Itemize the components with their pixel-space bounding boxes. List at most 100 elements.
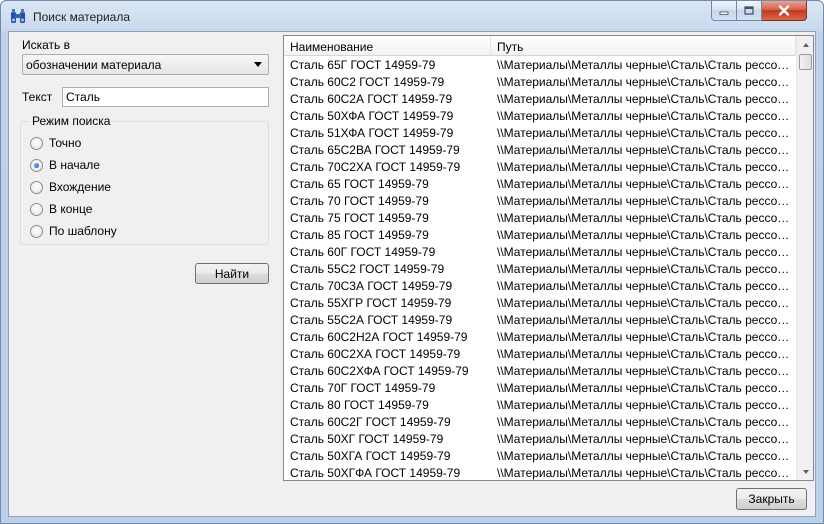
radio-button[interactable] bbox=[30, 180, 43, 194]
cell-path: \\Материалы\Металлы черные\Сталь\Сталь р… bbox=[497, 466, 792, 480]
radio-pattern[interactable]: По шаблону bbox=[30, 223, 117, 239]
radio-button[interactable] bbox=[30, 202, 43, 216]
cell-name: Сталь 65С2ВА ГОСТ 14959-79 bbox=[290, 143, 460, 157]
table-row[interactable]: Сталь 60С2 ГОСТ 14959-79 \\Материалы\Мета… bbox=[284, 74, 796, 91]
cell-name: Сталь 55ХГР ГОСТ 14959-79 bbox=[290, 296, 452, 310]
radio-label: По шаблону bbox=[49, 224, 117, 238]
minimize-button[interactable] bbox=[711, 1, 737, 21]
cell-name: Сталь 75 ГОСТ 14959-79 bbox=[290, 211, 429, 225]
cell-path: \\Материалы\Металлы черные\Сталь\Сталь р… bbox=[497, 279, 792, 293]
radio-button[interactable] bbox=[30, 136, 43, 150]
radio-label: В начале bbox=[49, 158, 100, 172]
maximize-button[interactable] bbox=[737, 1, 762, 21]
cell-name: Сталь 65Г ГОСТ 14959-79 bbox=[290, 58, 436, 72]
table-row[interactable]: Сталь 50ХГА ГОСТ 14959-79 \\Материалы\Мет… bbox=[284, 448, 796, 465]
cell-name: Сталь 70С2ХА ГОСТ 14959-79 bbox=[290, 160, 461, 174]
results-body: Сталь 65Г ГОСТ 14959-79 \\Материалы\Метал… bbox=[284, 57, 796, 480]
cell-path: \\Материалы\Металлы черные\Сталь\Сталь р… bbox=[497, 330, 792, 344]
table-row[interactable]: Сталь 60Г ГОСТ 14959-79 \\Материалы\Метал… bbox=[284, 244, 796, 261]
table-row[interactable]: Сталь 50ХГФА ГОСТ 14959-79 \\Материалы\Ме… bbox=[284, 465, 796, 480]
table-row[interactable]: Сталь 60С2ХА ГОСТ 14959-79 \\Материалы\Ме… bbox=[284, 346, 796, 363]
table-row[interactable]: Сталь 50ХФА ГОСТ 14959-79 \\Материалы\Мет… bbox=[284, 108, 796, 125]
cell-path: \\Материалы\Металлы черные\Сталь\Сталь р… bbox=[497, 347, 792, 361]
table-row[interactable]: Сталь 70С2ХА ГОСТ 14959-79 \\Материалы\Ме… bbox=[284, 159, 796, 176]
cell-path: \\Материалы\Металлы черные\Сталь\Сталь р… bbox=[497, 177, 792, 191]
cell-path: \\Материалы\Металлы черные\Сталь\Сталь р… bbox=[497, 228, 792, 242]
cell-name: Сталь 80 ГОСТ 14959-79 bbox=[290, 398, 429, 412]
search-mode-label: Режим поиска bbox=[29, 114, 114, 128]
table-row[interactable]: Сталь 65С2ВА ГОСТ 14959-79 \\Материалы\Ме… bbox=[284, 142, 796, 159]
cell-name: Сталь 60С2Г ГОСТ 14959-79 bbox=[290, 415, 451, 429]
cell-path: \\Материалы\Металлы черные\Сталь\Сталь р… bbox=[497, 143, 792, 157]
column-header-path[interactable]: Путь bbox=[491, 36, 796, 56]
results-list[interactable]: Наименование Путь Сталь 65Г ГОСТ 14959-7… bbox=[283, 35, 814, 481]
cell-name: Сталь 60С2Н2А ГОСТ 14959-79 bbox=[290, 330, 468, 344]
cell-name: Сталь 50ХФА ГОСТ 14959-79 bbox=[290, 109, 454, 123]
radio-exact[interactable]: Точно bbox=[30, 135, 81, 151]
cell-name: Сталь 50ХГФА ГОСТ 14959-79 bbox=[290, 466, 461, 480]
table-row[interactable]: Сталь 60С2А ГОСТ 14959-79 \\Материалы\Мет… bbox=[284, 91, 796, 108]
table-row[interactable]: Сталь 75 ГОСТ 14959-79 \\Материалы\Металл… bbox=[284, 210, 796, 227]
cell-path: \\Материалы\Металлы черные\Сталь\Сталь р… bbox=[497, 415, 792, 429]
cell-name: Сталь 60Г ГОСТ 14959-79 bbox=[290, 245, 436, 259]
table-row[interactable]: Сталь 70 ГОСТ 14959-79 \\Материалы\Металл… bbox=[284, 193, 796, 210]
radio-ends-with[interactable]: В конце bbox=[30, 201, 92, 217]
close-window-button[interactable] bbox=[762, 1, 807, 21]
table-row[interactable]: Сталь 51ХФА ГОСТ 14959-79 \\Материалы\Мет… bbox=[284, 125, 796, 142]
results-header: Наименование Путь bbox=[284, 36, 796, 56]
text-label: Текст bbox=[22, 90, 53, 104]
table-row[interactable]: Сталь 55ХГР ГОСТ 14959-79 \\Материалы\Мет… bbox=[284, 295, 796, 312]
radio-button[interactable] bbox=[30, 224, 43, 238]
table-row[interactable]: Сталь 50ХГ ГОСТ 14959-79 \\Материалы\Мета… bbox=[284, 431, 796, 448]
search-in-combobox[interactable]: обозначении материала bbox=[22, 54, 269, 75]
table-row[interactable]: Сталь 55С2 ГОСТ 14959-79 \\Материалы\Мета… bbox=[284, 261, 796, 278]
radio-label: Точно bbox=[49, 136, 82, 150]
vertical-scrollbar[interactable] bbox=[796, 36, 813, 480]
cell-name: Сталь 50ХГА ГОСТ 14959-79 bbox=[290, 449, 451, 463]
cell-path: \\Материалы\Металлы черные\Сталь\Сталь р… bbox=[497, 296, 792, 310]
radio-label: Вхождение bbox=[49, 180, 111, 194]
scroll-thumb[interactable] bbox=[799, 54, 812, 70]
cell-path: \\Материалы\Металлы черные\Сталь\Сталь р… bbox=[497, 109, 792, 123]
radio-label: В конце bbox=[49, 202, 93, 216]
find-button[interactable]: Найти bbox=[195, 263, 269, 284]
cell-path: \\Материалы\Металлы черные\Сталь\Сталь р… bbox=[497, 245, 792, 259]
table-row[interactable]: Сталь 65 ГОСТ 14959-79 \\Материалы\Металл… bbox=[284, 176, 796, 193]
arrow-down-icon bbox=[802, 469, 809, 474]
close-button[interactable]: Закрыть bbox=[736, 488, 807, 510]
table-row[interactable]: Сталь 60С2ХФА ГОСТ 14959-79 \\Материалы\М… bbox=[284, 363, 796, 380]
radio-starts-with[interactable]: В начале bbox=[30, 157, 100, 173]
cell-path: \\Материалы\Металлы черные\Сталь\Сталь р… bbox=[497, 58, 792, 72]
search-mode-group: Режим поиска Точно В начале Вхождение В … bbox=[20, 114, 269, 245]
table-row[interactable]: Сталь 55С2А ГОСТ 14959-79 \\Материалы\Мет… bbox=[284, 312, 796, 329]
window-controls bbox=[711, 1, 807, 21]
cell-name: Сталь 51ХФА ГОСТ 14959-79 bbox=[290, 126, 454, 140]
table-row[interactable]: Сталь 65Г ГОСТ 14959-79 \\Материалы\Метал… bbox=[284, 57, 796, 74]
table-row[interactable]: Сталь 80 ГОСТ 14959-79 \\Материалы\Металл… bbox=[284, 397, 796, 414]
cell-path: \\Материалы\Металлы черные\Сталь\Сталь р… bbox=[497, 364, 792, 378]
cell-name: Сталь 65 ГОСТ 14959-79 bbox=[290, 177, 429, 191]
table-row[interactable]: Сталь 70Г ГОСТ 14959-79 \\Материалы\Метал… bbox=[284, 380, 796, 397]
cell-name: Сталь 60С2А ГОСТ 14959-79 bbox=[290, 92, 453, 106]
arrow-up-icon bbox=[802, 42, 809, 47]
cell-name: Сталь 55С2А ГОСТ 14959-79 bbox=[290, 313, 453, 327]
table-row[interactable]: Сталь 60С2Н2А ГОСТ 14959-79 \\Материалы\М… bbox=[284, 329, 796, 346]
chevron-down-icon bbox=[254, 62, 262, 67]
cell-name: Сталь 55С2 ГОСТ 14959-79 bbox=[290, 262, 445, 276]
cell-name: Сталь 70Г ГОСТ 14959-79 bbox=[290, 381, 436, 395]
scroll-down-button[interactable] bbox=[797, 463, 813, 480]
title-bar[interactable]: Поиск материала bbox=[1, 1, 823, 31]
scroll-up-button[interactable] bbox=[797, 36, 813, 53]
table-row[interactable]: Сталь 70С3А ГОСТ 14959-79 \\Материалы\Мет… bbox=[284, 278, 796, 295]
cell-path: \\Материалы\Металлы черные\Сталь\Сталь р… bbox=[497, 126, 792, 140]
table-row[interactable]: Сталь 85 ГОСТ 14959-79 \\Материалы\Металл… bbox=[284, 227, 796, 244]
cell-path: \\Материалы\Металлы черные\Сталь\Сталь р… bbox=[497, 75, 792, 89]
table-row[interactable]: Сталь 60С2Г ГОСТ 14959-79 \\Материалы\Мет… bbox=[284, 414, 796, 431]
cell-path: \\Материалы\Металлы черные\Сталь\Сталь р… bbox=[497, 381, 792, 395]
search-text-input[interactable] bbox=[62, 87, 269, 107]
radio-contains[interactable]: Вхождение bbox=[30, 179, 111, 195]
cell-path: \\Материалы\Металлы черные\Сталь\Сталь р… bbox=[497, 211, 792, 225]
column-header-name[interactable]: Наименование bbox=[284, 36, 491, 56]
radio-button-checked[interactable] bbox=[30, 158, 43, 172]
cell-path: \\Материалы\Металлы черные\Сталь\Сталь р… bbox=[497, 313, 792, 327]
